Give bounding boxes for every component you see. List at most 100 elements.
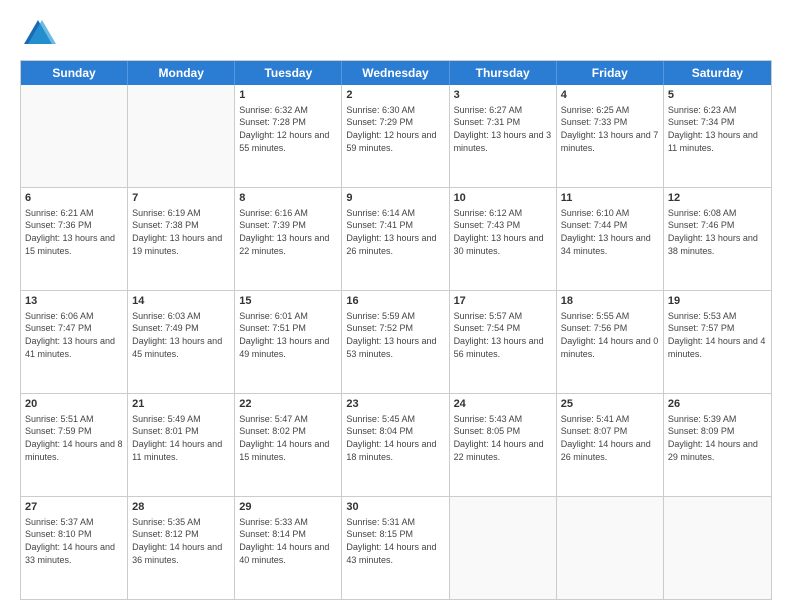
- day-info: Sunrise: 6:23 AM Sunset: 7:34 PM Dayligh…: [668, 104, 767, 154]
- day-info: Sunrise: 5:35 AM Sunset: 8:12 PM Dayligh…: [132, 516, 230, 566]
- day-info: Sunrise: 5:33 AM Sunset: 8:14 PM Dayligh…: [239, 516, 337, 566]
- day-info: Sunrise: 5:39 AM Sunset: 8:09 PM Dayligh…: [668, 413, 767, 463]
- day-info: Sunrise: 6:03 AM Sunset: 7:49 PM Dayligh…: [132, 310, 230, 360]
- calendar-day-24: 24Sunrise: 5:43 AM Sunset: 8:05 PM Dayli…: [450, 394, 557, 496]
- calendar-row: 27Sunrise: 5:37 AM Sunset: 8:10 PM Dayli…: [21, 496, 771, 599]
- day-number: 29: [239, 500, 337, 515]
- calendar: SundayMondayTuesdayWednesdayThursdayFrid…: [20, 60, 772, 600]
- day-number: 4: [561, 88, 659, 103]
- day-info: Sunrise: 5:31 AM Sunset: 8:15 PM Dayligh…: [346, 516, 444, 566]
- day-info: Sunrise: 6:16 AM Sunset: 7:39 PM Dayligh…: [239, 207, 337, 257]
- calendar-empty-cell: [128, 85, 235, 187]
- day-number: 10: [454, 191, 552, 206]
- day-info: Sunrise: 6:21 AM Sunset: 7:36 PM Dayligh…: [25, 207, 123, 257]
- calendar-day-21: 21Sunrise: 5:49 AM Sunset: 8:01 PM Dayli…: [128, 394, 235, 496]
- calendar-day-7: 7Sunrise: 6:19 AM Sunset: 7:38 PM Daylig…: [128, 188, 235, 290]
- day-info: Sunrise: 6:14 AM Sunset: 7:41 PM Dayligh…: [346, 207, 444, 257]
- calendar-row: 20Sunrise: 5:51 AM Sunset: 7:59 PM Dayli…: [21, 393, 771, 496]
- header: [20, 16, 772, 52]
- day-info: Sunrise: 5:55 AM Sunset: 7:56 PM Dayligh…: [561, 310, 659, 360]
- day-number: 5: [668, 88, 767, 103]
- logo-icon: [20, 16, 56, 52]
- calendar-day-27: 27Sunrise: 5:37 AM Sunset: 8:10 PM Dayli…: [21, 497, 128, 599]
- calendar-day-8: 8Sunrise: 6:16 AM Sunset: 7:39 PM Daylig…: [235, 188, 342, 290]
- day-number: 12: [668, 191, 767, 206]
- calendar-row: 13Sunrise: 6:06 AM Sunset: 7:47 PM Dayli…: [21, 290, 771, 393]
- weekday-header: Thursday: [450, 61, 557, 85]
- day-info: Sunrise: 6:25 AM Sunset: 7:33 PM Dayligh…: [561, 104, 659, 154]
- calendar-day-13: 13Sunrise: 6:06 AM Sunset: 7:47 PM Dayli…: [21, 291, 128, 393]
- day-number: 26: [668, 397, 767, 412]
- calendar-row: 6Sunrise: 6:21 AM Sunset: 7:36 PM Daylig…: [21, 187, 771, 290]
- day-info: Sunrise: 5:57 AM Sunset: 7:54 PM Dayligh…: [454, 310, 552, 360]
- calendar-day-2: 2Sunrise: 6:30 AM Sunset: 7:29 PM Daylig…: [342, 85, 449, 187]
- calendar-day-12: 12Sunrise: 6:08 AM Sunset: 7:46 PM Dayli…: [664, 188, 771, 290]
- calendar-day-16: 16Sunrise: 5:59 AM Sunset: 7:52 PM Dayli…: [342, 291, 449, 393]
- calendar-empty-cell: [557, 497, 664, 599]
- weekday-header: Tuesday: [235, 61, 342, 85]
- day-number: 19: [668, 294, 767, 309]
- calendar-empty-cell: [664, 497, 771, 599]
- calendar-body: 1Sunrise: 6:32 AM Sunset: 7:28 PM Daylig…: [21, 85, 771, 599]
- day-number: 8: [239, 191, 337, 206]
- day-number: 9: [346, 191, 444, 206]
- calendar-day-4: 4Sunrise: 6:25 AM Sunset: 7:33 PM Daylig…: [557, 85, 664, 187]
- day-info: Sunrise: 6:10 AM Sunset: 7:44 PM Dayligh…: [561, 207, 659, 257]
- day-number: 7: [132, 191, 230, 206]
- calendar-day-18: 18Sunrise: 5:55 AM Sunset: 7:56 PM Dayli…: [557, 291, 664, 393]
- weekday-header: Friday: [557, 61, 664, 85]
- day-number: 24: [454, 397, 552, 412]
- day-number: 21: [132, 397, 230, 412]
- day-number: 25: [561, 397, 659, 412]
- day-info: Sunrise: 6:08 AM Sunset: 7:46 PM Dayligh…: [668, 207, 767, 257]
- day-number: 20: [25, 397, 123, 412]
- weekday-header: Wednesday: [342, 61, 449, 85]
- calendar-day-17: 17Sunrise: 5:57 AM Sunset: 7:54 PM Dayli…: [450, 291, 557, 393]
- day-info: Sunrise: 6:27 AM Sunset: 7:31 PM Dayligh…: [454, 104, 552, 154]
- calendar-day-20: 20Sunrise: 5:51 AM Sunset: 7:59 PM Dayli…: [21, 394, 128, 496]
- day-number: 6: [25, 191, 123, 206]
- calendar-day-1: 1Sunrise: 6:32 AM Sunset: 7:28 PM Daylig…: [235, 85, 342, 187]
- day-info: Sunrise: 5:53 AM Sunset: 7:57 PM Dayligh…: [668, 310, 767, 360]
- calendar-day-10: 10Sunrise: 6:12 AM Sunset: 7:43 PM Dayli…: [450, 188, 557, 290]
- day-info: Sunrise: 6:12 AM Sunset: 7:43 PM Dayligh…: [454, 207, 552, 257]
- day-number: 22: [239, 397, 337, 412]
- day-info: Sunrise: 5:43 AM Sunset: 8:05 PM Dayligh…: [454, 413, 552, 463]
- day-number: 3: [454, 88, 552, 103]
- day-number: 17: [454, 294, 552, 309]
- day-info: Sunrise: 5:41 AM Sunset: 8:07 PM Dayligh…: [561, 413, 659, 463]
- page: SundayMondayTuesdayWednesdayThursdayFrid…: [0, 0, 792, 612]
- day-info: Sunrise: 6:30 AM Sunset: 7:29 PM Dayligh…: [346, 104, 444, 154]
- day-info: Sunrise: 5:47 AM Sunset: 8:02 PM Dayligh…: [239, 413, 337, 463]
- calendar-day-25: 25Sunrise: 5:41 AM Sunset: 8:07 PM Dayli…: [557, 394, 664, 496]
- calendar-day-6: 6Sunrise: 6:21 AM Sunset: 7:36 PM Daylig…: [21, 188, 128, 290]
- day-number: 30: [346, 500, 444, 515]
- day-number: 11: [561, 191, 659, 206]
- day-number: 14: [132, 294, 230, 309]
- calendar-day-9: 9Sunrise: 6:14 AM Sunset: 7:41 PM Daylig…: [342, 188, 449, 290]
- calendar-day-26: 26Sunrise: 5:39 AM Sunset: 8:09 PM Dayli…: [664, 394, 771, 496]
- calendar-day-30: 30Sunrise: 5:31 AM Sunset: 8:15 PM Dayli…: [342, 497, 449, 599]
- calendar-day-3: 3Sunrise: 6:27 AM Sunset: 7:31 PM Daylig…: [450, 85, 557, 187]
- weekday-header: Sunday: [21, 61, 128, 85]
- day-info: Sunrise: 6:19 AM Sunset: 7:38 PM Dayligh…: [132, 207, 230, 257]
- weekday-header: Monday: [128, 61, 235, 85]
- calendar-day-14: 14Sunrise: 6:03 AM Sunset: 7:49 PM Dayli…: [128, 291, 235, 393]
- calendar-header: SundayMondayTuesdayWednesdayThursdayFrid…: [21, 61, 771, 85]
- day-number: 23: [346, 397, 444, 412]
- calendar-day-5: 5Sunrise: 6:23 AM Sunset: 7:34 PM Daylig…: [664, 85, 771, 187]
- day-number: 18: [561, 294, 659, 309]
- calendar-day-19: 19Sunrise: 5:53 AM Sunset: 7:57 PM Dayli…: [664, 291, 771, 393]
- weekday-header: Saturday: [664, 61, 771, 85]
- day-number: 15: [239, 294, 337, 309]
- logo: [20, 16, 60, 52]
- day-number: 1: [239, 88, 337, 103]
- day-info: Sunrise: 5:51 AM Sunset: 7:59 PM Dayligh…: [25, 413, 123, 463]
- day-info: Sunrise: 6:06 AM Sunset: 7:47 PM Dayligh…: [25, 310, 123, 360]
- day-number: 16: [346, 294, 444, 309]
- calendar-row: 1Sunrise: 6:32 AM Sunset: 7:28 PM Daylig…: [21, 85, 771, 187]
- day-info: Sunrise: 5:59 AM Sunset: 7:52 PM Dayligh…: [346, 310, 444, 360]
- calendar-day-28: 28Sunrise: 5:35 AM Sunset: 8:12 PM Dayli…: [128, 497, 235, 599]
- calendar-day-22: 22Sunrise: 5:47 AM Sunset: 8:02 PM Dayli…: [235, 394, 342, 496]
- day-info: Sunrise: 5:49 AM Sunset: 8:01 PM Dayligh…: [132, 413, 230, 463]
